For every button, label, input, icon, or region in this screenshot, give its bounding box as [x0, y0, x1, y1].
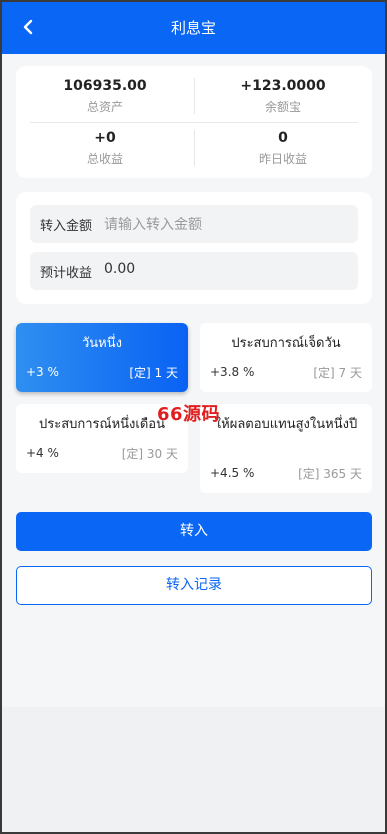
- plan-name: ประสบการณ์เจ็ดวัน: [231, 336, 341, 351]
- amount-field[interactable]: 转入金额 请输入转入金额: [30, 205, 358, 243]
- stat-total-assets: 106935.00 总资产: [16, 78, 194, 115]
- divider: [194, 78, 195, 114]
- divider: [194, 130, 195, 166]
- watermark-text: 66源码: [157, 404, 221, 425]
- plan-rate: +4 %: [26, 446, 59, 460]
- stat-value: +123.0000: [240, 78, 326, 94]
- plan-name: ให้ผลตอบแทนสูงในหนึ่งปี: [214, 417, 358, 432]
- plan-rate: +3.8 %: [210, 365, 255, 379]
- stat-label: 总资产: [86, 100, 123, 114]
- stat-total-income: +0 总收益: [16, 130, 194, 167]
- stat-value: +0: [94, 130, 116, 146]
- plan-rate: +4.5 %: [210, 466, 255, 480]
- plan-card-7-days[interactable]: ประสบการณ์เจ็ดวัน +3.8 % [定] 7 天: [200, 323, 372, 392]
- expected-label: 预计收益: [40, 266, 93, 281]
- plan-duration: [定] 7 天: [313, 366, 362, 380]
- stat-balance: +123.0000 余额宝: [194, 78, 372, 115]
- stat-value: 106935.00: [63, 78, 147, 94]
- stat-value: 0: [278, 130, 288, 146]
- plan-duration: [定] 30 天: [121, 447, 178, 461]
- transfer-record-button[interactable]: 转入记录: [16, 566, 372, 605]
- transfer-in-button[interactable]: 转入: [16, 512, 372, 551]
- transfer-form: 转入金额 请输入转入金额 预计收益 0.00: [16, 192, 372, 304]
- stat-label: 昨日收益: [258, 152, 307, 166]
- top-bar: 利息宝: [2, 2, 385, 54]
- stat-label: 总收益: [86, 152, 123, 166]
- page-title: 利息宝: [170, 19, 216, 37]
- plan-rate: +3 %: [26, 365, 59, 379]
- page-bottom-area: [2, 707, 385, 832]
- divider: [30, 122, 358, 123]
- amount-input[interactable]: 请输入转入金额: [104, 214, 202, 234]
- plan-duration: [定] 1 天: [129, 366, 178, 380]
- plan-card-365-days[interactable]: ให้ผลตอบแทนสูงในหนึ่งปี +4.5 % [定] 365 天: [200, 404, 372, 493]
- expected-value: 0.00: [104, 261, 136, 277]
- plan-duration: [定] 365 天: [298, 467, 362, 481]
- amount-label: 转入金额: [40, 219, 93, 234]
- stats-card: 106935.00 总资产 +123.0000 余额宝 +0 总收益 0 昨日收…: [16, 66, 372, 178]
- app-frame: 利息宝 106935.00 总资产 +123.0000 余额宝 +0 总收益 0…: [0, 0, 387, 834]
- expected-income-field: 预计收益 0.00: [30, 252, 358, 290]
- plan-card-1-day[interactable]: วันหนึ่ง +3 % [定] 1 天: [16, 323, 188, 392]
- stat-yesterday-income: 0 昨日收益: [194, 130, 372, 167]
- plan-name: วันหนึ่ง: [82, 336, 122, 351]
- stat-label: 余额宝: [264, 100, 301, 114]
